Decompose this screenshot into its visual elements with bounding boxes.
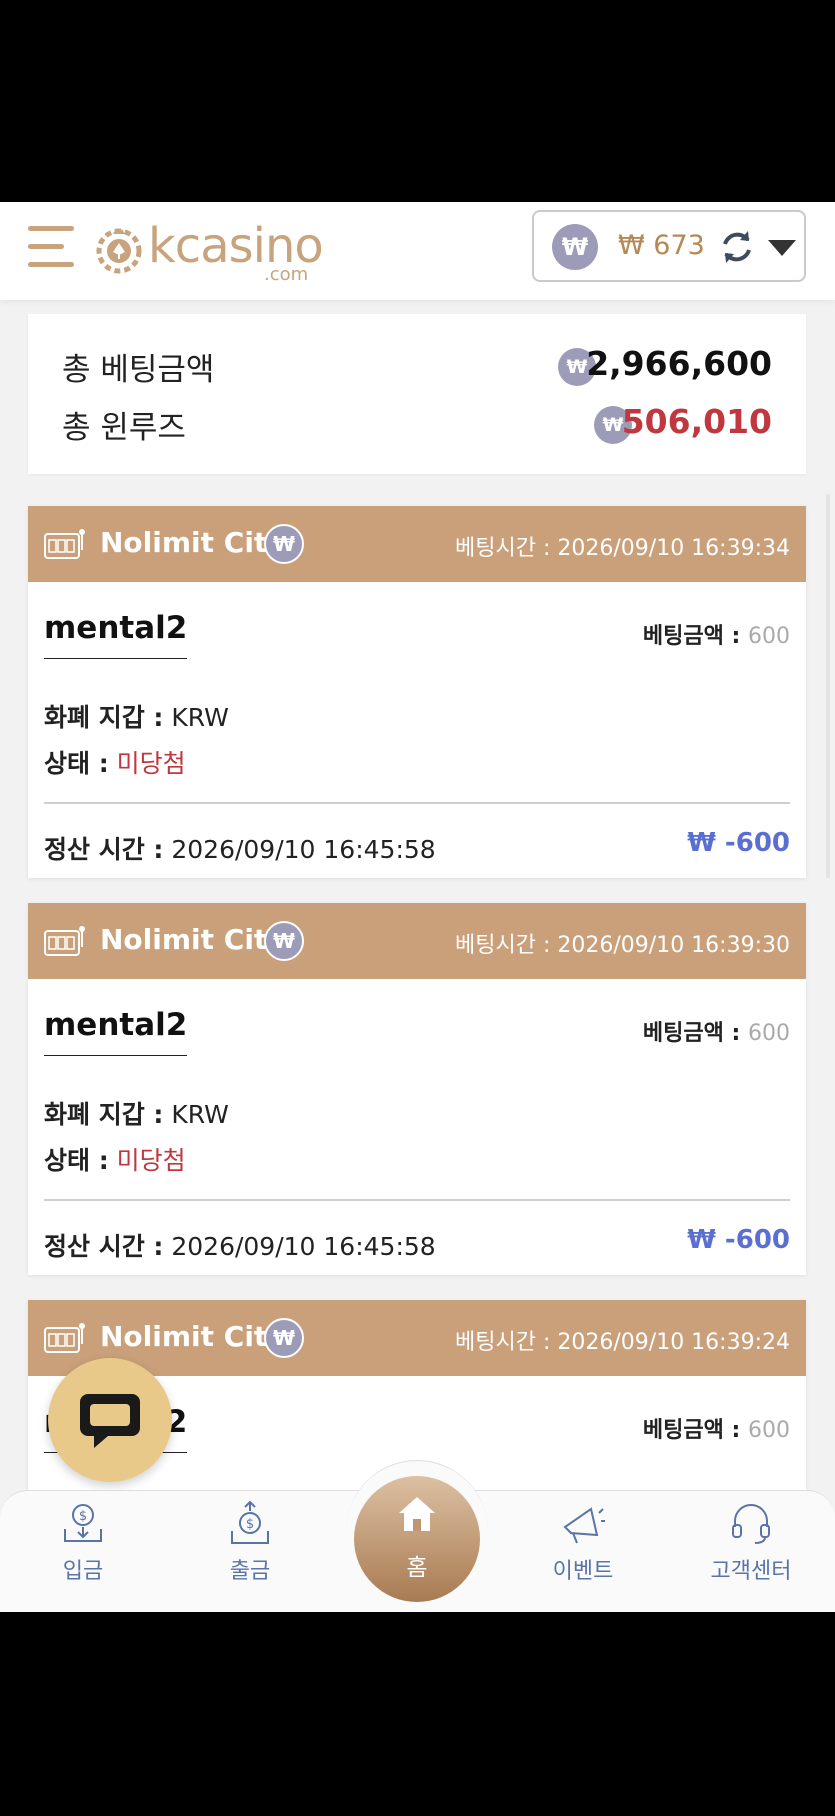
nav-support[interactable]: 고객센터 xyxy=(686,1491,816,1612)
nav-home-label: 홈 xyxy=(406,1555,428,1581)
balance-dropdown[interactable]: ₩ ₩ 673 xyxy=(532,210,806,282)
home-icon xyxy=(399,1497,435,1531)
brand-logo[interactable]: kcasino .com xyxy=(96,214,326,286)
refresh-icon[interactable] xyxy=(718,228,756,266)
won-coin-icon: ₩ xyxy=(264,921,304,961)
bet-record-card[interactable]: Nolimit City ₩ 베팅시간 : 2026/09/10 16:39:3… xyxy=(28,506,806,878)
won-coin-icon: ₩ xyxy=(264,1318,304,1358)
top-header: kcasino .com ₩ ₩ 673 xyxy=(0,202,835,300)
total-winloss-label: 총 윈루즈 xyxy=(62,410,186,446)
wallet-field: 화폐 지갑 : KRW xyxy=(44,703,229,732)
game-name: mental2 xyxy=(44,1007,188,1056)
status-field: 상태 : 미당첨 xyxy=(44,749,186,778)
divider xyxy=(44,802,790,804)
megaphone-icon xyxy=(563,1507,605,1544)
divider xyxy=(44,1199,790,1201)
total-bet-label: 총 베팅금액 xyxy=(62,352,215,388)
poker-chip-icon xyxy=(96,228,142,274)
nav-support-label: 고객센터 xyxy=(710,1559,792,1584)
won-coin-icon: ₩ xyxy=(552,224,598,270)
bet-record-card[interactable]: Nolimit City ₩ 베팅시간 : 2026/09/10 16:39:3… xyxy=(28,903,806,1275)
bet-summary-panel: 총 베팅금액 ₩ 2,966,600 총 윈루즈 ₩ 506,010 xyxy=(28,314,806,474)
nav-home-button[interactable]: 홈 xyxy=(354,1476,480,1602)
won-coin-icon: ₩ xyxy=(264,524,304,564)
bet-time: 베팅시간 : 2026/09/10 16:39:30 xyxy=(455,933,790,958)
bet-card-header: Nolimit City ₩ 베팅시간 : 2026/09/10 16:39:3… xyxy=(28,506,806,582)
nav-deposit[interactable]: $ 입금 xyxy=(18,1491,148,1612)
settle-time: 정산 시간 : 2026/09/10 16:45:58 xyxy=(44,1232,436,1261)
withdraw-icon: $ xyxy=(231,1501,269,1544)
slot-machine-icon xyxy=(44,529,85,559)
nav-event[interactable]: 이벤트 xyxy=(518,1491,648,1612)
app-screen: kcasino .com ₩ ₩ 673 총 베팅금액 ₩ 2,966,600 … xyxy=(0,202,835,1612)
svg-text:$: $ xyxy=(246,1517,254,1532)
status-field: 상태 : 미당첨 xyxy=(44,1146,186,1175)
hamburger-menu-icon[interactable] xyxy=(28,224,74,270)
bet-time: 베팅시간 : 2026/09/10 16:39:34 xyxy=(455,536,790,561)
bet-amount: 베팅금액 : 600 xyxy=(642,624,790,649)
deposit-icon: $ xyxy=(64,1504,102,1542)
settle-time: 정산 시간 : 2026/09/10 16:45:58 xyxy=(44,835,436,864)
slot-machine-icon xyxy=(44,926,85,956)
total-winloss-value: 506,010 xyxy=(621,402,772,441)
live-chat-button[interactable] xyxy=(48,1358,172,1482)
bet-time: 베팅시간 : 2026/09/10 16:39:24 xyxy=(455,1330,790,1355)
nav-withdraw[interactable]: $ 출금 xyxy=(185,1491,315,1612)
caret-down-icon[interactable] xyxy=(768,240,796,256)
total-bet-value: 2,966,600 xyxy=(586,344,772,383)
chat-bubble-icon xyxy=(80,1394,140,1448)
bet-amount: 베팅금액 : 600 xyxy=(642,1418,790,1443)
nav-withdraw-label: 출금 xyxy=(229,1559,271,1584)
provider-name: Nolimit City xyxy=(100,923,286,956)
bet-card-header: Nolimit City ₩ 베팅시간 : 2026/09/10 16:39:3… xyxy=(28,903,806,979)
slot-machine-icon xyxy=(44,1323,85,1353)
nav-deposit-label: 입금 xyxy=(62,1559,104,1584)
balance-amount: ₩ 673 xyxy=(618,230,705,261)
nav-event-label: 이벤트 xyxy=(552,1559,614,1584)
game-name: mental2 xyxy=(44,610,188,659)
scrollbar[interactable] xyxy=(826,494,830,878)
svg-text:$: $ xyxy=(79,1509,87,1524)
bet-card-header: Nolimit City ₩ 베팅시간 : 2026/09/10 16:39:2… xyxy=(28,1300,806,1376)
payout-amount: ₩ -600 xyxy=(687,1225,790,1255)
headset-icon xyxy=(732,1504,770,1544)
provider-name: Nolimit City xyxy=(100,1320,286,1353)
wallet-field: 화폐 지갑 : KRW xyxy=(44,1100,229,1129)
bet-amount: 베팅금액 : 600 xyxy=(642,1021,790,1046)
logo-subtext: .com xyxy=(264,264,309,285)
provider-name: Nolimit City xyxy=(100,526,286,559)
payout-amount: ₩ -600 xyxy=(687,828,790,858)
